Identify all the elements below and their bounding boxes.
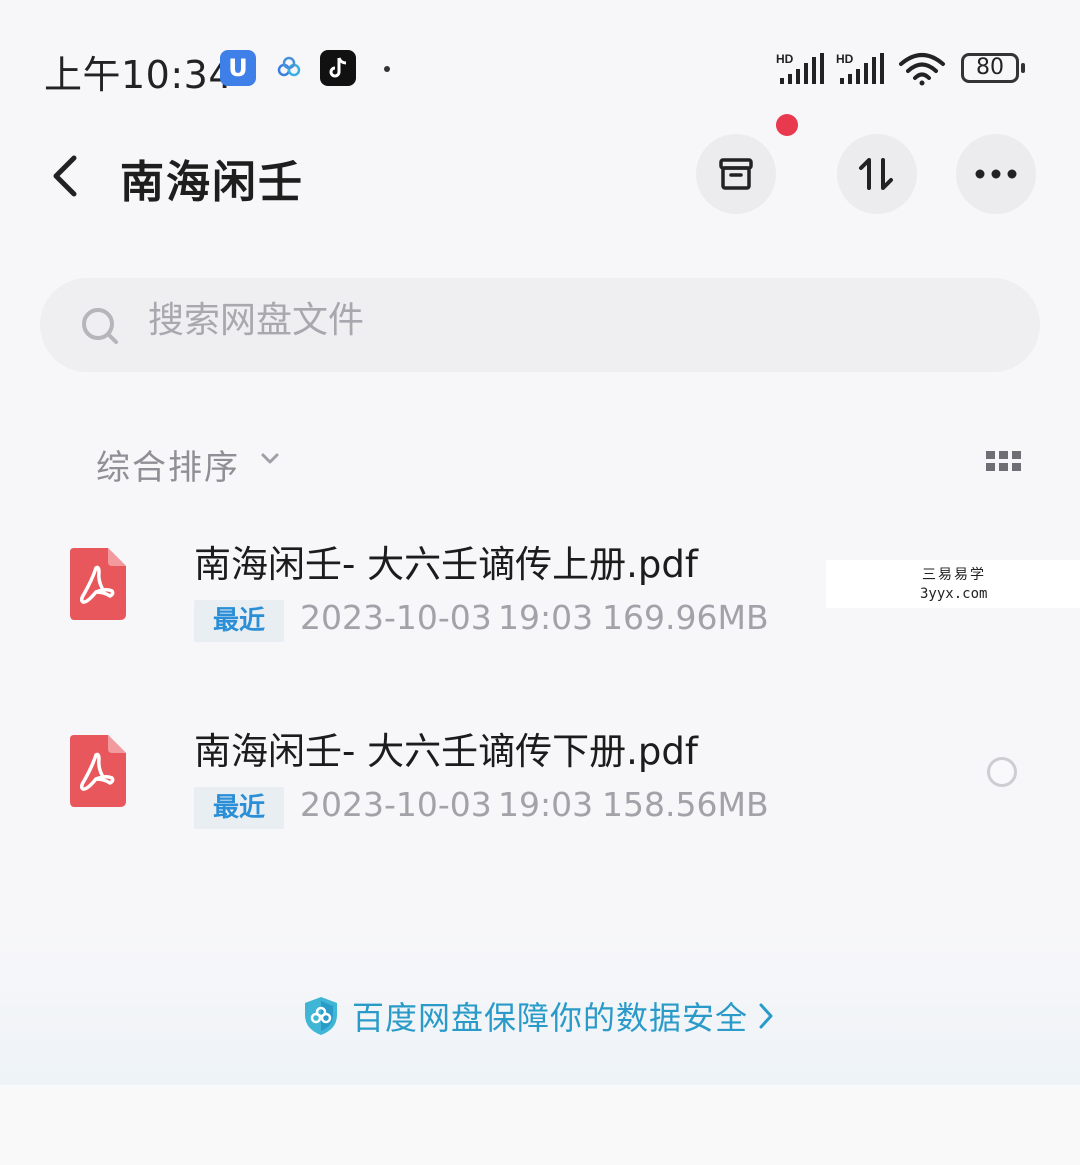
more-button[interactable] [956,134,1036,214]
notification-dot-icon [384,66,390,72]
signal-2-icon: HD [836,52,884,84]
search-icon [82,308,118,344]
sort-dropdown-label[interactable]: 综合排序 [96,440,240,489]
watermark: 三易易学 3yyx.com [826,560,1080,608]
file-name: 南海闲壬- 大六壬谪传下册.pdf [194,730,698,773]
chevron-right-icon [759,1003,773,1029]
tiktok-icon [320,50,356,86]
bottom-area [0,1085,1080,1165]
sort-button[interactable] [837,134,917,214]
transfer-list-button[interactable] [696,134,776,214]
notification-dot [776,114,798,136]
watermark-title: 三易易学 [922,567,986,583]
page-title: 南海闲壬 [120,157,304,208]
grid-view-icon[interactable] [986,451,1022,473]
back-button[interactable] [48,150,92,202]
file-list-item[interactable]: 南海闲壬- 大六壬谪传下册.pdf 最近 2023-10-03 19:03 15… [0,707,1080,857]
signal-1-icon: HD [776,52,824,84]
search-input[interactable] [148,300,748,341]
battery-indicator: 80 [961,53,1025,83]
baidu-cloud-icon [277,56,301,77]
file-date: 2023-10-03 [300,598,492,637]
chevron-down-icon[interactable] [260,452,280,466]
file-size: 169.96MB [602,598,769,637]
recent-tag: 最近 [194,600,284,642]
data-security-link[interactable]: 百度网盘保障你的数据安全 [302,994,774,1038]
status-time: 上午10:34 [44,53,234,97]
file-date: 2023-10-03 [300,785,492,824]
pdf-file-icon [70,735,126,807]
file-time: 19:03 [498,785,594,824]
shield-icon [305,997,337,1035]
footer-text: 百度网盘保障你的数据安全 [352,999,749,1037]
select-radio[interactable] [987,757,1017,787]
shield-app-icon: U [220,50,256,86]
watermark-url: 3yyx.com [920,586,988,602]
svg-text:HD: HD [836,52,854,66]
more-dots-icon [975,169,1017,179]
wifi-icon [899,53,945,86]
pdf-file-icon [70,548,126,620]
svg-text:HD: HD [776,52,794,66]
archive-box-icon [719,158,753,190]
file-time: 19:03 [498,598,594,637]
recent-tag: 最近 [194,787,284,829]
sort-arrows-icon [859,158,893,190]
file-name: 南海闲壬- 大六壬谪传上册.pdf [194,543,698,586]
file-size: 158.56MB [602,785,769,824]
